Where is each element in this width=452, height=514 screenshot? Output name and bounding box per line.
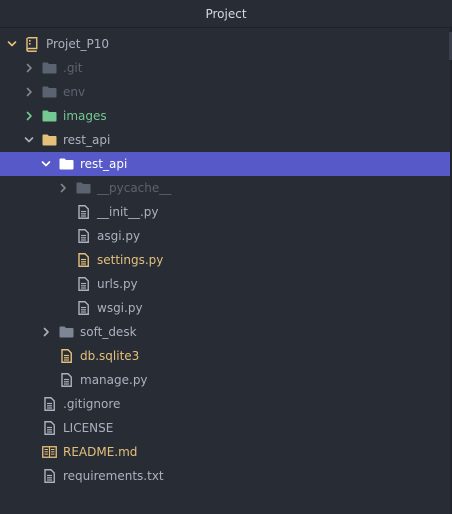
folder-icon	[75, 176, 91, 200]
tree-folder-row[interactable]: rest_api	[0, 152, 450, 176]
file-text-icon	[41, 392, 57, 416]
tree-item-label: images	[63, 109, 107, 123]
chevron-right-icon[interactable]	[23, 56, 35, 80]
tree-folder-row[interactable]: env	[0, 80, 450, 104]
tree-file-row[interactable]: LICENSE	[0, 416, 450, 440]
folder-icon	[41, 104, 57, 128]
project-panel: Project Projet_P10 .git env images rest_api r…	[0, 0, 452, 514]
panel-title: Project	[205, 6, 247, 21]
tree-item-label: soft_desk	[80, 325, 137, 339]
tree-file-row[interactable]: urls.py	[0, 272, 450, 296]
tree-folder-row[interactable]: __pycache__	[0, 176, 450, 200]
panel-header: Project	[0, 0, 452, 28]
tree-item-label: rest_api	[80, 157, 128, 171]
tree-folder-row[interactable]: images	[0, 104, 450, 128]
folder-icon	[41, 56, 57, 80]
tree-item-label: README.md	[63, 445, 138, 459]
tree-item-label: Projet_P10	[46, 37, 109, 51]
tree-item-label: __pycache__	[97, 181, 172, 195]
file-text-icon	[75, 296, 91, 320]
file-text-icon	[75, 200, 91, 224]
tree-item-label: requirements.txt	[63, 469, 164, 483]
chevron-right-icon[interactable]	[57, 176, 69, 200]
tree-item-label: .gitignore	[63, 397, 121, 411]
chevron-right-icon[interactable]	[40, 320, 52, 344]
tree-item-label: asgi.py	[97, 229, 141, 243]
tree-file-row[interactable]: .gitignore	[0, 392, 450, 416]
file-text-icon	[58, 344, 74, 368]
folder-icon	[41, 128, 57, 152]
file-text-icon	[58, 368, 74, 392]
tree-item-label: LICENSE	[63, 421, 114, 435]
tree-item-label: db.sqlite3	[80, 349, 140, 363]
tree-file-row[interactable]: settings.py	[0, 248, 450, 272]
chevron-right-icon[interactable]	[23, 80, 35, 104]
folder-icon	[58, 152, 74, 176]
tree-item-label: urls.py	[97, 277, 138, 291]
file-text-icon	[75, 224, 91, 248]
tree-file-row[interactable]: wsgi.py	[0, 296, 450, 320]
chevron-down-icon[interactable]	[23, 128, 35, 152]
tree-file-row[interactable]: requirements.txt	[0, 464, 450, 488]
tree-item-label: manage.py	[80, 373, 148, 387]
file-text-icon	[41, 416, 57, 440]
tree-folder-row[interactable]: rest_api	[0, 128, 450, 152]
file-text-icon	[75, 248, 91, 272]
tree-file-row[interactable]: asgi.py	[0, 224, 450, 248]
folder-icon	[58, 320, 74, 344]
tree-folder-row[interactable]: soft_desk	[0, 320, 450, 344]
tree-item-label: env	[63, 85, 86, 99]
tree-item-label: settings.py	[97, 253, 164, 267]
tree-item-label: rest_api	[63, 133, 111, 147]
chevron-down-icon[interactable]	[6, 32, 18, 56]
file-text-icon	[41, 464, 57, 488]
tree-item-label: __init__.py	[97, 205, 159, 219]
tree-item-label: .git	[63, 61, 83, 75]
book-icon	[41, 440, 57, 464]
tree-file-row[interactable]: __init__.py	[0, 200, 450, 224]
chevron-down-icon[interactable]	[40, 152, 52, 176]
folder-icon	[41, 80, 57, 104]
tree-folder-row[interactable]: .git	[0, 56, 450, 80]
repo-icon	[24, 32, 40, 56]
tree-file-row[interactable]: manage.py	[0, 368, 450, 392]
tree-folder-row[interactable]: Projet_P10	[0, 32, 450, 56]
tree-file-row[interactable]: README.md	[0, 440, 450, 464]
chevron-right-icon[interactable]	[23, 104, 35, 128]
tree-item-label: wsgi.py	[97, 301, 143, 315]
file-text-icon	[75, 272, 91, 296]
tree-file-row[interactable]: db.sqlite3	[0, 344, 450, 368]
